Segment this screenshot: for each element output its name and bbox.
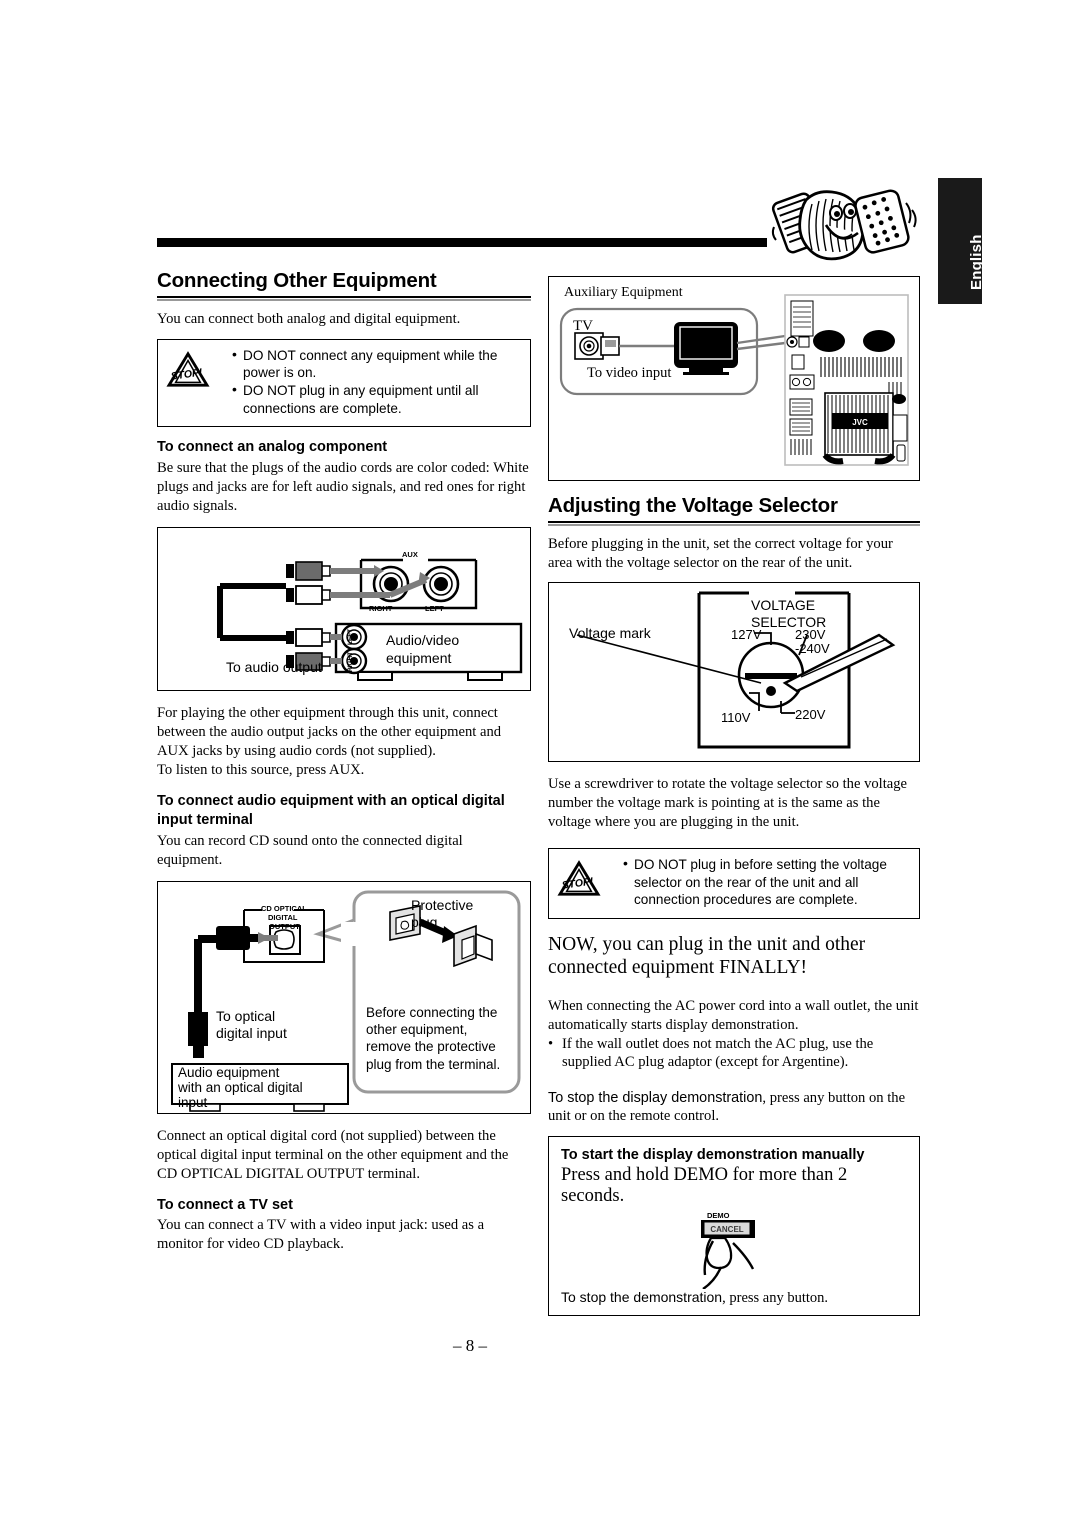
accordion-mascot-icon: [762, 170, 922, 275]
fig-voltage-mark: Voltage mark: [569, 625, 651, 642]
now-bullet: • If the wall outlet does not match the …: [548, 1035, 920, 1073]
now-bullet-text: If the wall outlet does not match the AC…: [562, 1035, 874, 1071]
warning-list: DO NOT plug in before setting the voltag…: [609, 855, 911, 909]
figure-auxiliary-equipment: JVC Auxiliary Equipment TV To video inpu…: [548, 276, 920, 481]
tv-body: You can connect a TV with a video input …: [157, 1217, 485, 1253]
demo-stop-rest: , press any button.: [722, 1290, 829, 1307]
intro-paragraph: You can connect both analog and digital …: [157, 310, 461, 327]
warning-item: DO NOT plug in any equipment until all c…: [232, 381, 522, 417]
figure-demo-box: To start the display demonstration manua…: [548, 1136, 920, 1317]
left-column: Connecting Other Equipment You can conne…: [157, 269, 531, 1254]
fig-to-optical-line1: To optical: [216, 1007, 276, 1024]
subheading-optical-line2: input terminal: [157, 812, 253, 829]
right-column: JVC Auxiliary Equipment TV To video inpu…: [548, 276, 920, 1317]
demo-heading: To start the display demonstration manua…: [561, 1147, 865, 1164]
demo-stop-bold: To stop the demonstration: [561, 1289, 723, 1306]
fig-terminal-line1: CD OPTICAL: [261, 903, 307, 913]
top-rule: [157, 238, 767, 247]
fig-aux-title: Auxiliary Equipment: [564, 285, 683, 300]
warning-box-power: STOP! DO NOT connect any equipment while…: [157, 338, 531, 428]
figure-analog-connection: AUX RIGHT LEFT LEFT RIGHT Audio/video eq…: [157, 526, 531, 691]
voltage-after-figure: Use a screwdriver to rotate the voltage …: [548, 776, 908, 831]
analog-after-figure-2: To listen to this source, press AUX.: [157, 761, 365, 778]
demo-instruction: Press and hold DEMO for more than 2 seco…: [561, 1165, 848, 1207]
fig-127v: 127V: [731, 627, 762, 643]
fig-jack-left: LEFT: [347, 628, 354, 645]
analog-body: Be sure that the plugs of the audio cord…: [157, 459, 529, 514]
fig-left-label: LEFT: [425, 603, 444, 613]
heading-rule-voltage: [548, 520, 920, 526]
subheading-analog: To connect an analog component: [157, 439, 388, 456]
optical-body: You can record CD sound onto the connect…: [157, 832, 463, 868]
warning-list: DO NOT connect any equipment while the p…: [218, 346, 522, 419]
heading-rule: [157, 295, 531, 301]
section-heading-connecting: Connecting Other Equipment: [157, 269, 437, 292]
stop-icon: STOP!: [166, 347, 210, 394]
fig-aux-label: AUX: [402, 549, 418, 559]
fig-equipment-line2: equipment: [386, 649, 452, 666]
subheading-tv: To connect a TV set: [157, 1196, 293, 1213]
svg-text:JVC: JVC: [852, 418, 868, 427]
fig-110v: 110V: [721, 710, 751, 726]
now-headline: NOW, you can plug in the unit and other …: [548, 933, 866, 978]
page-number: – 8 –: [0, 1336, 1080, 1356]
fig-right-label: RIGHT: [369, 603, 393, 613]
fig-to-audio-output: To audio output: [226, 658, 322, 675]
fig-audio-eq-line1: Audio equipment: [178, 1064, 280, 1080]
demo-button-illustration: DEMO CANCEL: [561, 1207, 907, 1290]
fig-terminal-line3: OUTPUT: [269, 921, 300, 931]
fig-protective-line1: Protective: [411, 896, 474, 913]
stop-demo-paragraph: To stop the display demonstration, press…: [548, 1089, 920, 1125]
manual-page: English Connecting Other Equipment You c…: [0, 0, 1080, 1528]
fig-audio-eq-line3: input: [178, 1094, 208, 1110]
stop-icon: STOP!: [557, 856, 601, 903]
voltage-intro: Before plugging in the unit, set the cor…: [548, 535, 893, 571]
language-tab-label: English: [968, 234, 985, 290]
fig-240v: -240V: [795, 641, 830, 657]
page-number-value: – 8 –: [453, 1336, 487, 1355]
section-heading-voltage: Adjusting the Voltage Selector: [548, 494, 838, 517]
fig-voltage-title1: VOLTAGE: [751, 597, 816, 614]
fig-equipment-line1: Audio/video: [386, 631, 460, 648]
demo-stop-paragraph: To stop the demonstration, press any but…: [561, 1289, 907, 1307]
fig-protective-line2: plug: [411, 913, 438, 930]
figure-optical-connection: CD OPTICAL DIGITAL OUTPUT Protective plu…: [157, 880, 531, 1114]
bullet-marker: •: [548, 1035, 554, 1052]
figure-voltage-selector: VOLTAGE SELECTOR Voltage mark 127V 230V …: [548, 582, 920, 763]
fig-to-video-input: To video input: [587, 365, 672, 381]
fig-before-connecting: Before connecting the other equipment, r…: [366, 1004, 501, 1072]
optical-after-figure: Connect an optical digital cord (not sup…: [157, 1127, 509, 1182]
svg-text:CANCEL: CANCEL: [710, 1225, 743, 1234]
warning-box-voltage: STOP! DO NOT plug in before setting the …: [548, 848, 920, 919]
fig-jack-right: RIGHT: [347, 651, 354, 672]
now-body-line1: When connecting the AC power cord into a…: [548, 997, 919, 1033]
warning-item: DO NOT connect any equipment while the p…: [232, 346, 522, 382]
stop-demo-bold: To stop the display demonstration: [548, 1090, 763, 1107]
warning-item: DO NOT plug in before setting the voltag…: [623, 855, 911, 908]
analog-after-figure: For playing the other equipment through …: [157, 704, 502, 759]
subheading-optical-line1: To connect audio equipment with an optic…: [157, 792, 505, 809]
fig-220v: 220V: [795, 707, 826, 723]
language-tab: English: [938, 178, 985, 304]
fig-terminal-line2: DIGITAL: [268, 912, 298, 922]
fig-audio-eq-line2: with an optical digital: [178, 1079, 303, 1095]
fig-tv-label: TV: [573, 318, 593, 334]
fig-to-optical-line2: digital input: [216, 1024, 287, 1041]
